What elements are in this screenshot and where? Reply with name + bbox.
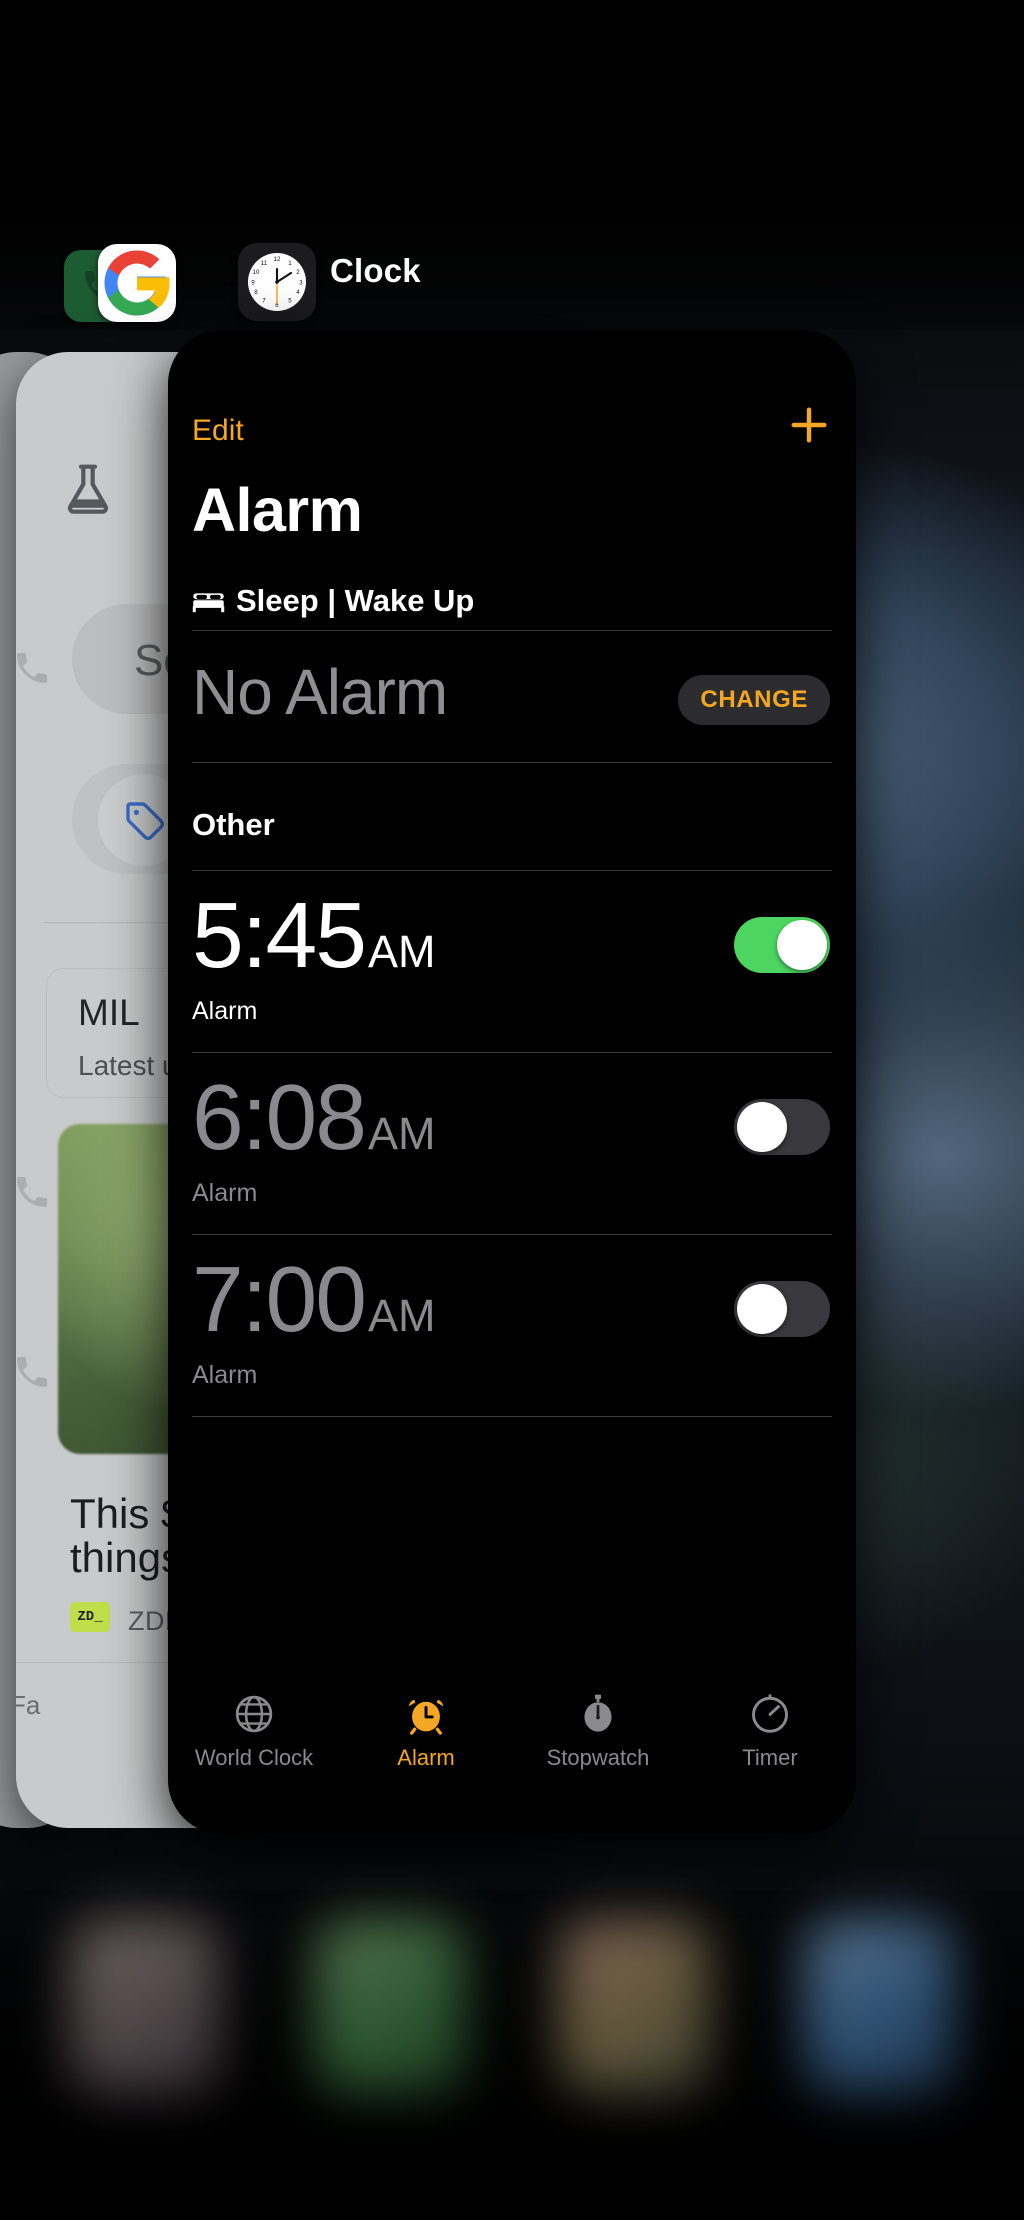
sleep-wake-up-header: Sleep | Wake Up xyxy=(192,583,474,619)
other-section-header: Other xyxy=(192,807,275,842)
alarm-toggle-knob xyxy=(737,1102,787,1152)
edit-button[interactable]: Edit xyxy=(192,414,244,448)
svg-text:9: 9 xyxy=(251,280,255,287)
alarm-time: 5:45 AM xyxy=(192,889,436,982)
svg-text:10: 10 xyxy=(253,269,260,276)
alarm-toggle-knob xyxy=(777,920,827,970)
alarm-row[interactable]: 6:08 AM Alarm xyxy=(168,1053,856,1234)
alarm-meridiem: AM xyxy=(368,1108,436,1159)
alarm-time: 7:00 AM xyxy=(192,1253,436,1346)
current-app-title: Clock xyxy=(330,252,421,289)
clock-app-card[interactable]: Edit Alarm Sleep | Wake Up No Alarm CHAN… xyxy=(168,330,856,1834)
svg-text:7: 7 xyxy=(262,298,266,305)
phone-watermark-icon xyxy=(17,1357,47,1387)
page-title: Alarm xyxy=(192,476,363,544)
svg-text:12: 12 xyxy=(274,256,281,263)
divider-sleep-top xyxy=(192,630,832,631)
alarm-row[interactable]: 7:00 AM Alarm xyxy=(168,1235,856,1416)
alarm-clock-icon xyxy=(408,1699,444,1735)
svg-text:3: 3 xyxy=(299,280,303,287)
change-button[interactable]: CHANGE xyxy=(678,675,830,725)
alarm-sublabel: Alarm xyxy=(192,1179,258,1207)
svg-text:4: 4 xyxy=(296,289,300,296)
sleep-alarm-row[interactable]: No Alarm CHANGE xyxy=(168,635,856,757)
alarm-sublabel: Alarm xyxy=(192,1361,258,1389)
alarm-sublabel: Alarm xyxy=(192,997,258,1025)
timer-icon xyxy=(752,1694,788,1733)
alarm-toggle[interactable] xyxy=(734,1099,830,1155)
google-g-icon xyxy=(104,250,170,316)
globe-icon xyxy=(235,1695,273,1733)
tab-world-clock[interactable]: World Clock xyxy=(168,1692,340,1771)
footer-label: Fa xyxy=(16,1690,41,1720)
dock-icon-3 xyxy=(559,1918,710,2093)
tab-stopwatch[interactable]: Stopwatch xyxy=(512,1692,684,1771)
divider-sleep-bottom xyxy=(192,762,832,763)
phone-watermark-icon xyxy=(17,1177,47,1207)
alarm-meridiem: AM xyxy=(368,926,436,977)
alarm-row[interactable]: 5:45 AM Alarm xyxy=(168,871,856,1052)
clock-navigation-bar: Edit xyxy=(168,330,856,450)
alarm-toggle[interactable] xyxy=(734,917,830,973)
news-title: MIL xyxy=(78,992,140,1033)
tab-label: World Clock xyxy=(194,1745,314,1770)
tab-timer[interactable]: Timer xyxy=(684,1692,856,1771)
divider-alarm-3 xyxy=(192,1416,832,1417)
svg-text:5: 5 xyxy=(288,298,292,305)
flask-icon xyxy=(67,464,109,514)
tab-label: Alarm xyxy=(397,1745,455,1770)
tab-label: Timer xyxy=(742,1745,798,1770)
google-app-icon[interactable] xyxy=(98,244,176,322)
dock-icon-4 xyxy=(803,1918,954,2093)
tab-label: Stopwatch xyxy=(546,1745,650,1770)
svg-text:2: 2 xyxy=(296,269,300,276)
phone-watermark-icon xyxy=(17,653,47,683)
sleep-wake-up-label: Sleep | Wake Up xyxy=(236,583,475,618)
blurred-dock xyxy=(70,1918,954,2108)
alarm-time-value: 7:00 xyxy=(192,1247,367,1351)
alarm-meridiem: AM xyxy=(368,1290,436,1341)
stopwatch-icon xyxy=(584,1694,612,1732)
bed-icon xyxy=(192,593,225,613)
alarm-time: 6:08 AM xyxy=(192,1071,436,1164)
svg-text:8: 8 xyxy=(254,289,258,296)
alarm-time-value: 6:08 xyxy=(192,1065,367,1169)
dock-icon-2 xyxy=(314,1918,465,2093)
alarm-toggle-knob xyxy=(737,1284,787,1334)
svg-text:11: 11 xyxy=(261,260,268,267)
alarm-toggle[interactable] xyxy=(734,1281,830,1337)
sleep-alarm-value: No Alarm xyxy=(192,656,448,728)
clock-face-icon: 1212 345 678 91011 xyxy=(248,253,306,311)
dock-icon-1 xyxy=(70,1918,220,2093)
alarm-time-value: 5:45 xyxy=(192,883,367,987)
clock-app-icon[interactable]: 12 1 2 345 678 9 10 11 xyxy=(238,243,316,321)
tag-icon xyxy=(126,802,165,841)
clock-tab-bar: World Clock Alarm Stopwatch Timer xyxy=(168,1670,856,1834)
source-logo-badge: ZD_ xyxy=(70,1602,110,1632)
svg-text:1: 1 xyxy=(288,260,292,267)
tab-alarm[interactable]: Alarm xyxy=(340,1692,512,1771)
source-logo-text: ZD_ xyxy=(77,1609,103,1625)
plus-icon[interactable] xyxy=(786,402,832,448)
